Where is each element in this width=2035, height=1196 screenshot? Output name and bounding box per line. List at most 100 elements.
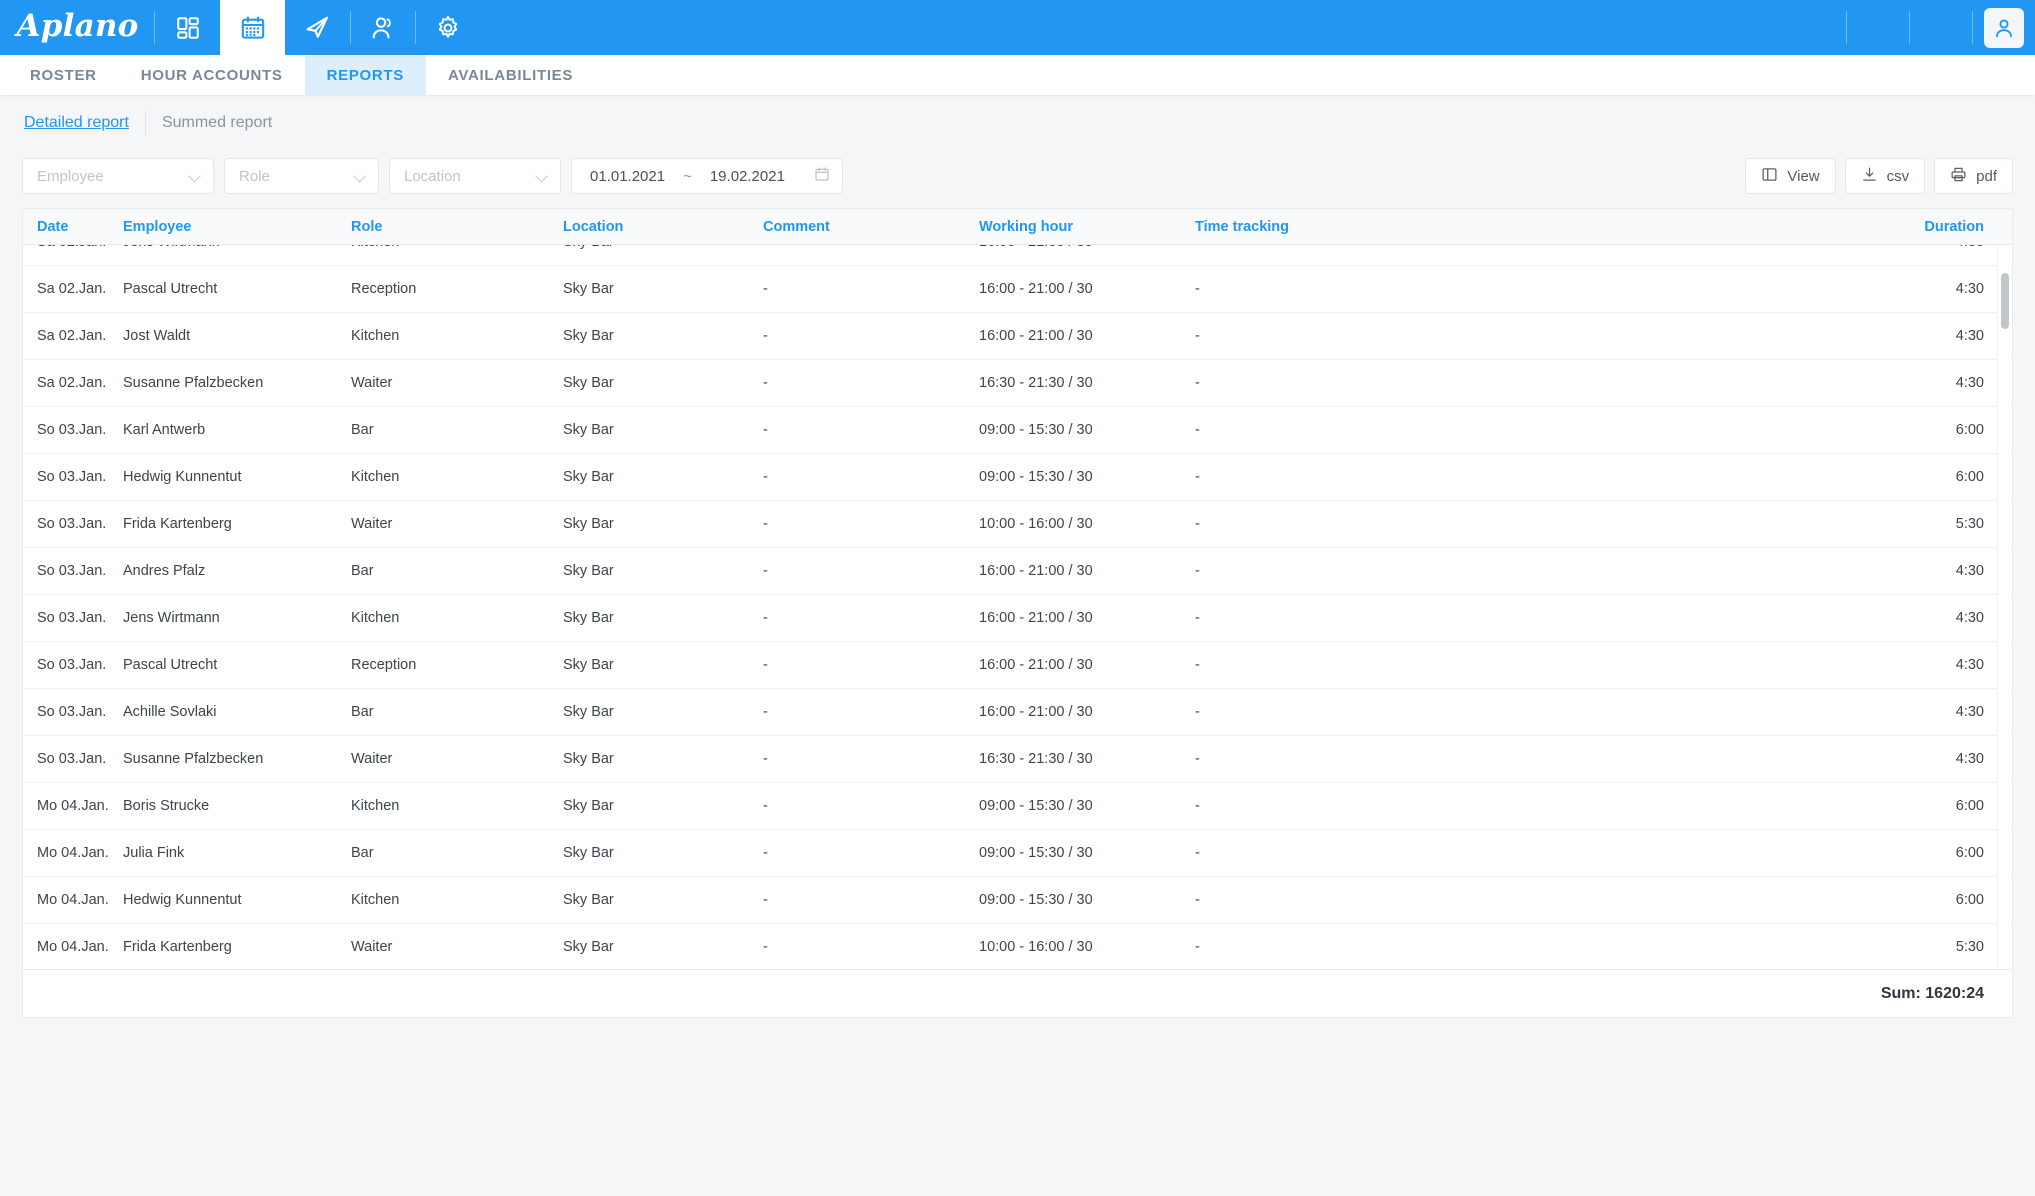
cell-duration: 4:30 — [1435, 610, 2012, 626]
pdf-export-button[interactable]: pdf — [1934, 158, 2013, 194]
cell-working-hour: 16:00 - 21:00 / 30 — [979, 328, 1093, 344]
main-content: Detailed report Summed report Employee R… — [0, 95, 2035, 1196]
table-row[interactable]: So 03.Jan. Karl Antwerb Bar Sky Bar - 09:00 -… — [23, 407, 2012, 454]
duration-value: 4:30 — [1955, 657, 1984, 673]
cell-duration: 4:30 — [1435, 245, 2012, 250]
table-row[interactable]: Sa 02.Jan. Susanne Pfalzbecken Waiter Sky B… — [23, 360, 2012, 407]
tab-reports[interactable]: REPORTS — [304, 55, 427, 95]
employee-filter[interactable]: Employee — [22, 158, 214, 194]
cell-location: Sky Bar — [563, 422, 614, 438]
cell-role: Waiter — [351, 751, 393, 767]
csv-export-button[interactable]: csv — [1844, 158, 1926, 194]
cell-employee: Hedwig Kunnentut — [123, 469, 242, 485]
role-filter[interactable]: Role — [224, 158, 379, 194]
tab-hour-accounts[interactable]: HOUR ACCOUNTS — [119, 55, 305, 95]
cell-working-hour: 09:00 - 15:30 / 30 — [979, 892, 1093, 908]
cell-role: Kitchen — [351, 469, 400, 485]
cell-date: Mo 04.Jan. — [37, 939, 109, 955]
subtab-summed-report[interactable]: Summed report — [162, 114, 288, 132]
table-row[interactable]: So 03.Jan. Achille Sovlaki Bar Sky Bar - 16:0… — [23, 689, 2012, 736]
app-logo[interactable]: Aplano — [0, 0, 155, 55]
view-button[interactable]: View — [1745, 158, 1836, 194]
column-header-date[interactable]: Date — [23, 219, 123, 235]
top-bar: Aplano — [0, 0, 2035, 55]
column-header-role[interactable]: Role — [351, 219, 563, 235]
date-range-separator: ~ — [683, 167, 692, 185]
cell-working-hour: 16:30 - 21:30 / 30 — [979, 375, 1093, 391]
cell-duration: 6:00 — [1435, 798, 2012, 814]
cell-date: So 03.Jan. — [37, 751, 107, 767]
cell-employee: Jost Waldt — [123, 328, 191, 344]
cell-time-tracking: - — [1195, 657, 1200, 673]
duration-value: 4:30 — [1955, 375, 1984, 391]
table-row[interactable]: Sa 02.Jan.Jens WirtmannKitchenSky Bar-16… — [23, 245, 2012, 266]
cell-comment: - — [763, 563, 768, 579]
table-row[interactable]: Mo 04.Jan. Boris Strucke Kitchen Sky Bar - 09… — [23, 783, 2012, 830]
table-row[interactable]: Mo 04.Jan. Hedwig Kunnentut Kitchen Sky Bar… — [23, 877, 2012, 924]
subtab-detailed-report[interactable]: Detailed report — [24, 114, 145, 132]
table-row[interactable]: Sa 02.Jan. Pascal Utrecht Reception Sky Bar… — [23, 266, 2012, 313]
column-header-comment[interactable]: Comment — [763, 219, 979, 235]
cell-employee: Frida Kartenberg — [123, 516, 232, 532]
cell-date: Mo 04.Jan. — [37, 798, 109, 814]
duration-value: 5:30 — [1955, 516, 1984, 532]
duration-value: 4:30 — [1956, 245, 1984, 250]
column-header-location[interactable]: Location — [563, 219, 763, 235]
nav-settings[interactable] — [415, 0, 480, 55]
table-row[interactable]: Mo 04.Jan. Frida Kartenberg Waiter Sky Bar -… — [23, 924, 2012, 969]
table-scrollbar[interactable] — [1997, 245, 2011, 968]
cell-working-hour: 09:00 - 15:30 / 30 — [979, 422, 1093, 438]
date-to[interactable]: 19.02.2021 — [710, 168, 785, 185]
filter-bar: Employee Role Location 01.01.2021 ~ 19.0… — [22, 150, 2013, 202]
duration-value: 6:00 — [1955, 469, 1984, 485]
column-header-working-hour[interactable]: Working hour — [979, 219, 1195, 235]
date-from[interactable]: 01.01.2021 — [590, 168, 665, 185]
cell-duration: 6:00 — [1435, 845, 2012, 861]
cell-role: Kitchen — [351, 892, 400, 908]
date-range-picker[interactable]: 01.01.2021 ~ 19.02.2021 — [571, 158, 843, 194]
gear-icon — [435, 15, 461, 41]
cell-role: Reception — [351, 657, 417, 673]
tab-availabilities[interactable]: AVAILABILITIES — [426, 55, 595, 95]
report-type-tabs: Detailed report Summed report — [22, 95, 2013, 150]
cell-date: So 03.Jan. — [37, 469, 107, 485]
cell-employee: Jens Wirtmann — [123, 245, 351, 250]
chat-button[interactable] — [1846, 0, 1909, 55]
cell-comment: - — [763, 704, 768, 720]
nav-calendar[interactable] — [220, 0, 285, 55]
table-row[interactable]: Mo 04.Jan. Julia Fink Bar Sky Bar - 09:00 - 1… — [23, 830, 2012, 877]
column-header-time-tracking[interactable]: Time tracking — [1195, 219, 1435, 235]
notifications-button[interactable] — [1909, 0, 1972, 55]
cell-employee: Boris Strucke — [123, 798, 210, 814]
cell-employee: Andres Pfalz — [123, 563, 206, 579]
table-row[interactable]: So 03.Jan. Pascal Utrecht Reception Sky Bar… — [23, 642, 2012, 689]
column-header-duration[interactable]: Duration — [1435, 219, 2012, 235]
cell-employee: Karl Antwerb — [123, 422, 206, 438]
table-scrollbar-thumb[interactable] — [2001, 273, 2009, 329]
table-row[interactable]: So 03.Jan. Hedwig Kunnentut Kitchen Sky Bar… — [23, 454, 2012, 501]
location-filter[interactable]: Location — [389, 158, 561, 194]
cell-duration: 4:30 — [1435, 657, 2012, 673]
user-menu-button[interactable] — [1972, 0, 2035, 55]
csv-export-label: csv — [1886, 167, 1910, 185]
table-row[interactable]: So 03.Jan. Jens Wirtmann Kitchen Sky Bar - 16… — [23, 595, 2012, 642]
pdf-export-label: pdf — [1976, 167, 1997, 185]
cell-duration: 4:30 — [1435, 751, 2012, 767]
cell-role: Kitchen — [351, 798, 400, 814]
cell-comment: - — [763, 375, 768, 391]
tab-roster[interactable]: ROSTER — [8, 55, 119, 95]
cell-location: Sky Bar — [563, 798, 614, 814]
cell-working-hour: 16:00 - 21:00 / 30 — [979, 245, 1195, 250]
table-row[interactable]: Sa 02.Jan. Jost Waldt Kitchen Sky Bar - 16:00… — [23, 313, 2012, 360]
table-header-row: Date Employee Role Location Comment Work… — [23, 209, 2012, 245]
cell-employee: Susanne Pfalzbecken — [123, 375, 264, 391]
nav-employees[interactable] — [350, 0, 415, 55]
table-row[interactable]: So 03.Jan. Susanne Pfalzbecken Waiter Sky B… — [23, 736, 2012, 783]
cell-location: Sky Bar — [563, 328, 614, 344]
column-header-employee[interactable]: Employee — [123, 219, 351, 235]
nav-dashboard[interactable] — [155, 0, 220, 55]
nav-absences[interactable] — [285, 0, 350, 55]
employee-filter-label: Employee — [37, 167, 104, 185]
table-row[interactable]: So 03.Jan. Andres Pfalz Bar Sky Bar - 16:00 -… — [23, 548, 2012, 595]
table-row[interactable]: So 03.Jan. Frida Kartenberg Waiter Sky Bar -… — [23, 501, 2012, 548]
